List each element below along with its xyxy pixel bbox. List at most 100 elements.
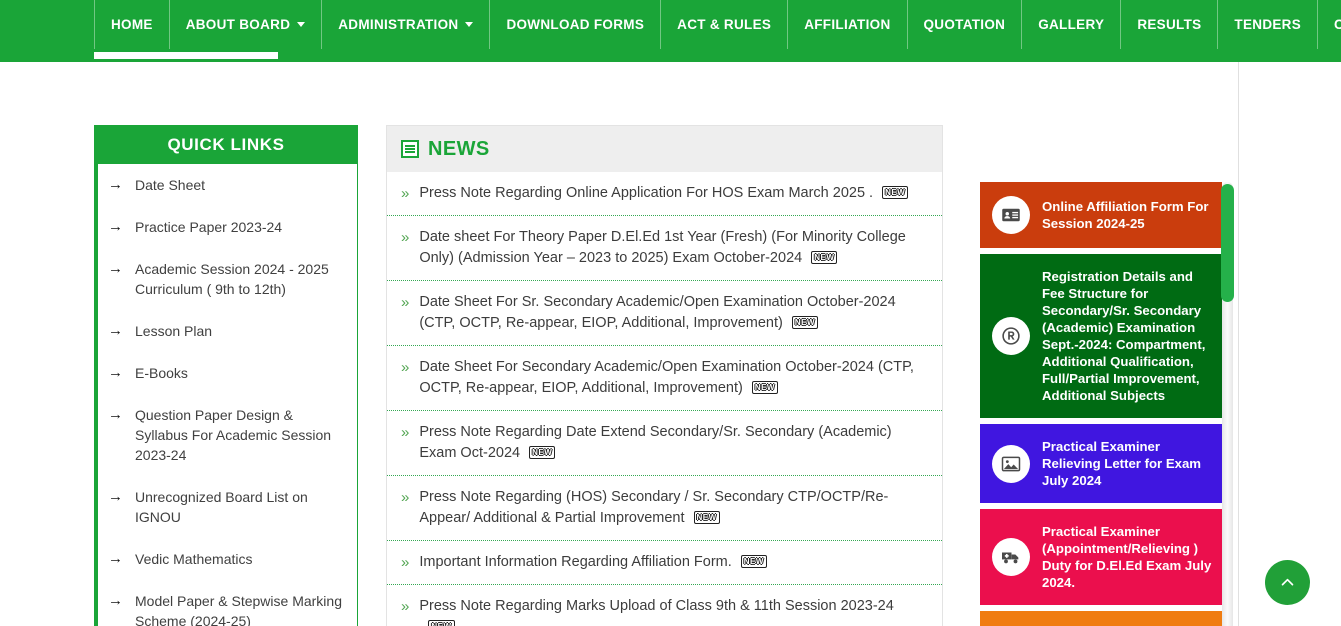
news-item-label: Press Note Regarding Date Extend Seconda…	[419, 424, 892, 461]
news-item-text-wrapper: Date sheet For Theory Paper D.El.Ed 1st …	[419, 227, 926, 269]
quick-link-item[interactable]: → Date Sheet	[95, 164, 357, 206]
highlight-card[interactable]	[980, 611, 1222, 626]
nav-item-about-board[interactable]: ABOUT BOARD	[170, 0, 323, 49]
list-icon	[401, 140, 419, 158]
double-chevron-right-icon: »	[401, 598, 410, 615]
double-chevron-right-icon: »	[401, 294, 410, 311]
nav-items-container: HOME ABOUT BOARD ADMINISTRATION DOWNLOAD FO…	[94, 0, 1341, 49]
quick-link-item[interactable]: → Academic Session 2024 - 2025 Curriculum…	[95, 248, 357, 310]
arrow-right-icon: →	[108, 488, 123, 505]
arrow-right-icon: →	[108, 260, 123, 277]
nav-item-label: ACT & RULES	[677, 17, 772, 32]
nav-item-affiliation[interactable]: AFFILIATION	[788, 0, 908, 49]
news-item[interactable]: » Press Note Regarding Marks Upload of Cl…	[387, 585, 942, 626]
chevron-up-icon	[1281, 578, 1294, 586]
news-item[interactable]: » Date Sheet For Sr. Secondary Academic/O…	[387, 281, 942, 346]
arrow-right-icon: →	[108, 176, 123, 193]
highlight-cards-list: Online Affiliation Form For Session 2024…	[980, 182, 1222, 626]
arrow-right-icon: →	[108, 322, 123, 339]
news-item[interactable]: » Press Note Regarding (HOS) Secondary / …	[387, 476, 942, 541]
new-badge: NEW	[529, 446, 556, 459]
double-chevron-right-icon: »	[401, 185, 410, 202]
double-chevron-right-icon: »	[401, 359, 410, 376]
highlight-card[interactable]: Online Affiliation Form For Session 2024…	[980, 182, 1222, 248]
quick-link-item[interactable]: → Vedic Mathematics	[95, 538, 357, 580]
quick-link-label: Date Sheet	[135, 177, 206, 193]
news-item[interactable]: » Press Note Regarding Online Application…	[387, 172, 942, 216]
quick-link-item[interactable]: → Lesson Plan	[95, 310, 357, 352]
news-item[interactable]: » Important Information Regarding Affilia…	[387, 541, 942, 585]
nav-item-label: CONTACT US	[1334, 17, 1341, 32]
news-item-label: Date Sheet For Sr. Secondary Academic/Op…	[419, 294, 896, 331]
nav-item-act-rules[interactable]: ACT & RULES	[661, 0, 789, 49]
news-item-text-wrapper: Press Note Regarding Date Extend Seconda…	[419, 422, 926, 464]
news-item-text-wrapper: Press Note Regarding Online Application …	[419, 183, 909, 204]
news-item-label: Date Sheet For Secondary Academic/Open E…	[419, 359, 914, 396]
arrow-right-icon: →	[108, 550, 123, 567]
arrow-right-icon: →	[108, 364, 123, 381]
quick-link-item[interactable]: → Question Paper Design & Syllabus For Ac…	[95, 394, 357, 476]
nav-item-label: AFFILIATION	[804, 17, 891, 32]
new-badge: NEW	[791, 316, 818, 329]
news-item-label: Press Note Regarding Marks Upload of Cla…	[419, 598, 894, 614]
highlight-card[interactable]: Registration Details and Fee Structure f…	[980, 254, 1222, 418]
news-panel: NEWS » Press Note Regarding Online Applic…	[386, 125, 943, 626]
registered-icon	[992, 317, 1030, 355]
scroll-to-top-button[interactable]	[1265, 560, 1310, 605]
quick-link-item[interactable]: → Unrecognized Board List on IGNOU	[95, 476, 357, 538]
nav-item-label: HOME	[111, 17, 153, 32]
highlight-card[interactable]: Practical Examiner (Appointment/Relievin…	[980, 509, 1222, 605]
quick-link-label: Model Paper & Stepwise Marking Scheme (2…	[135, 593, 342, 626]
highlight-card-label: Practical Examiner Relieving Letter for …	[1042, 439, 1202, 488]
news-item-text-wrapper: Press Note Regarding (HOS) Secondary / S…	[419, 487, 926, 529]
nav-item-download-forms[interactable]: DOWNLOAD FORMS	[490, 0, 662, 49]
quick-link-label: Academic Session 2024 - 2025 Curriculum …	[135, 261, 329, 297]
chevron-down-icon	[297, 22, 306, 27]
nav-item-label: ABOUT BOARD	[185, 17, 291, 32]
quick-links-header: QUICK LINKS	[95, 126, 357, 164]
double-chevron-right-icon: »	[401, 554, 410, 571]
nav-item-results[interactable]: RESULTS	[1121, 0, 1219, 49]
quick-link-item[interactable]: → Practice Paper 2023-24	[95, 206, 357, 248]
double-chevron-right-icon: »	[401, 229, 410, 246]
quick-link-label: Question Paper Design & Syllabus For Aca…	[135, 407, 332, 463]
news-item-text-wrapper: Important Information Regarding Affiliat…	[419, 552, 767, 573]
nav-item-quotation[interactable]: QUOTATION	[908, 0, 1023, 49]
nav-item-gallery[interactable]: GALLERY	[1022, 0, 1122, 49]
highlight-card[interactable]: Practical Examiner Relieving Letter for …	[980, 424, 1222, 503]
nav-item-label: TENDERS	[1234, 17, 1302, 32]
quick-link-label: Vedic Mathematics	[135, 551, 253, 567]
nav-item-contact-us[interactable]: CONTACT US	[1318, 0, 1341, 49]
highlight-card-label: Online Affiliation Form For Session 2024…	[1042, 199, 1209, 231]
nav-item-home[interactable]: HOME	[94, 0, 170, 49]
news-item[interactable]: » Date Sheet For Secondary Academic/Open …	[387, 346, 942, 411]
news-item[interactable]: » Date sheet For Theory Paper D.El.Ed 1st…	[387, 216, 942, 281]
new-badge: NEW	[882, 186, 909, 199]
nav-item-administration[interactable]: ADMINISTRATION	[322, 0, 491, 49]
image-icon	[992, 444, 1030, 483]
new-badge: NEW	[751, 381, 778, 394]
cards-scrollbar-thumb[interactable]	[1221, 184, 1234, 302]
quick-link-item[interactable]: → Model Paper & Stepwise Marking Scheme (…	[95, 580, 357, 626]
highlight-card-label: Practical Examiner (Appointment/Relievin…	[1042, 524, 1212, 590]
news-item-text-wrapper: Date Sheet For Secondary Academic/Open E…	[419, 357, 926, 399]
double-chevron-right-icon: »	[401, 424, 410, 441]
chevron-down-icon	[465, 22, 474, 27]
news-item-text-wrapper: Press Note Regarding Marks Upload of Cla…	[419, 596, 926, 626]
highlight-cards-scroll-area[interactable]: Online Affiliation Form For Session 2024…	[980, 182, 1238, 626]
news-panel-title: NEWS	[428, 137, 490, 160]
news-panel-header: NEWS	[387, 126, 942, 172]
arrow-right-icon: →	[108, 592, 123, 609]
nav-item-label: QUOTATION	[923, 17, 1006, 32]
main-navigation-bar: HOME ABOUT BOARD ADMINISTRATION DOWNLOAD FO…	[0, 0, 1341, 62]
nav-item-tenders[interactable]: TENDERS	[1218, 0, 1319, 49]
new-badge: NEW	[693, 511, 720, 524]
news-list: » Press Note Regarding Online Application…	[387, 172, 942, 626]
news-item[interactable]: » Press Note Regarding Date Extend Second…	[387, 411, 942, 476]
id-card-icon	[992, 196, 1030, 234]
news-item-text-wrapper: Date Sheet For Sr. Secondary Academic/Op…	[419, 292, 926, 334]
news-item-label: Press Note Regarding Online Application …	[419, 185, 874, 201]
nav-item-label: GALLERY	[1038, 17, 1105, 32]
page-right-edge-divider	[1238, 62, 1239, 626]
quick-link-item[interactable]: → E-Books	[95, 352, 357, 394]
